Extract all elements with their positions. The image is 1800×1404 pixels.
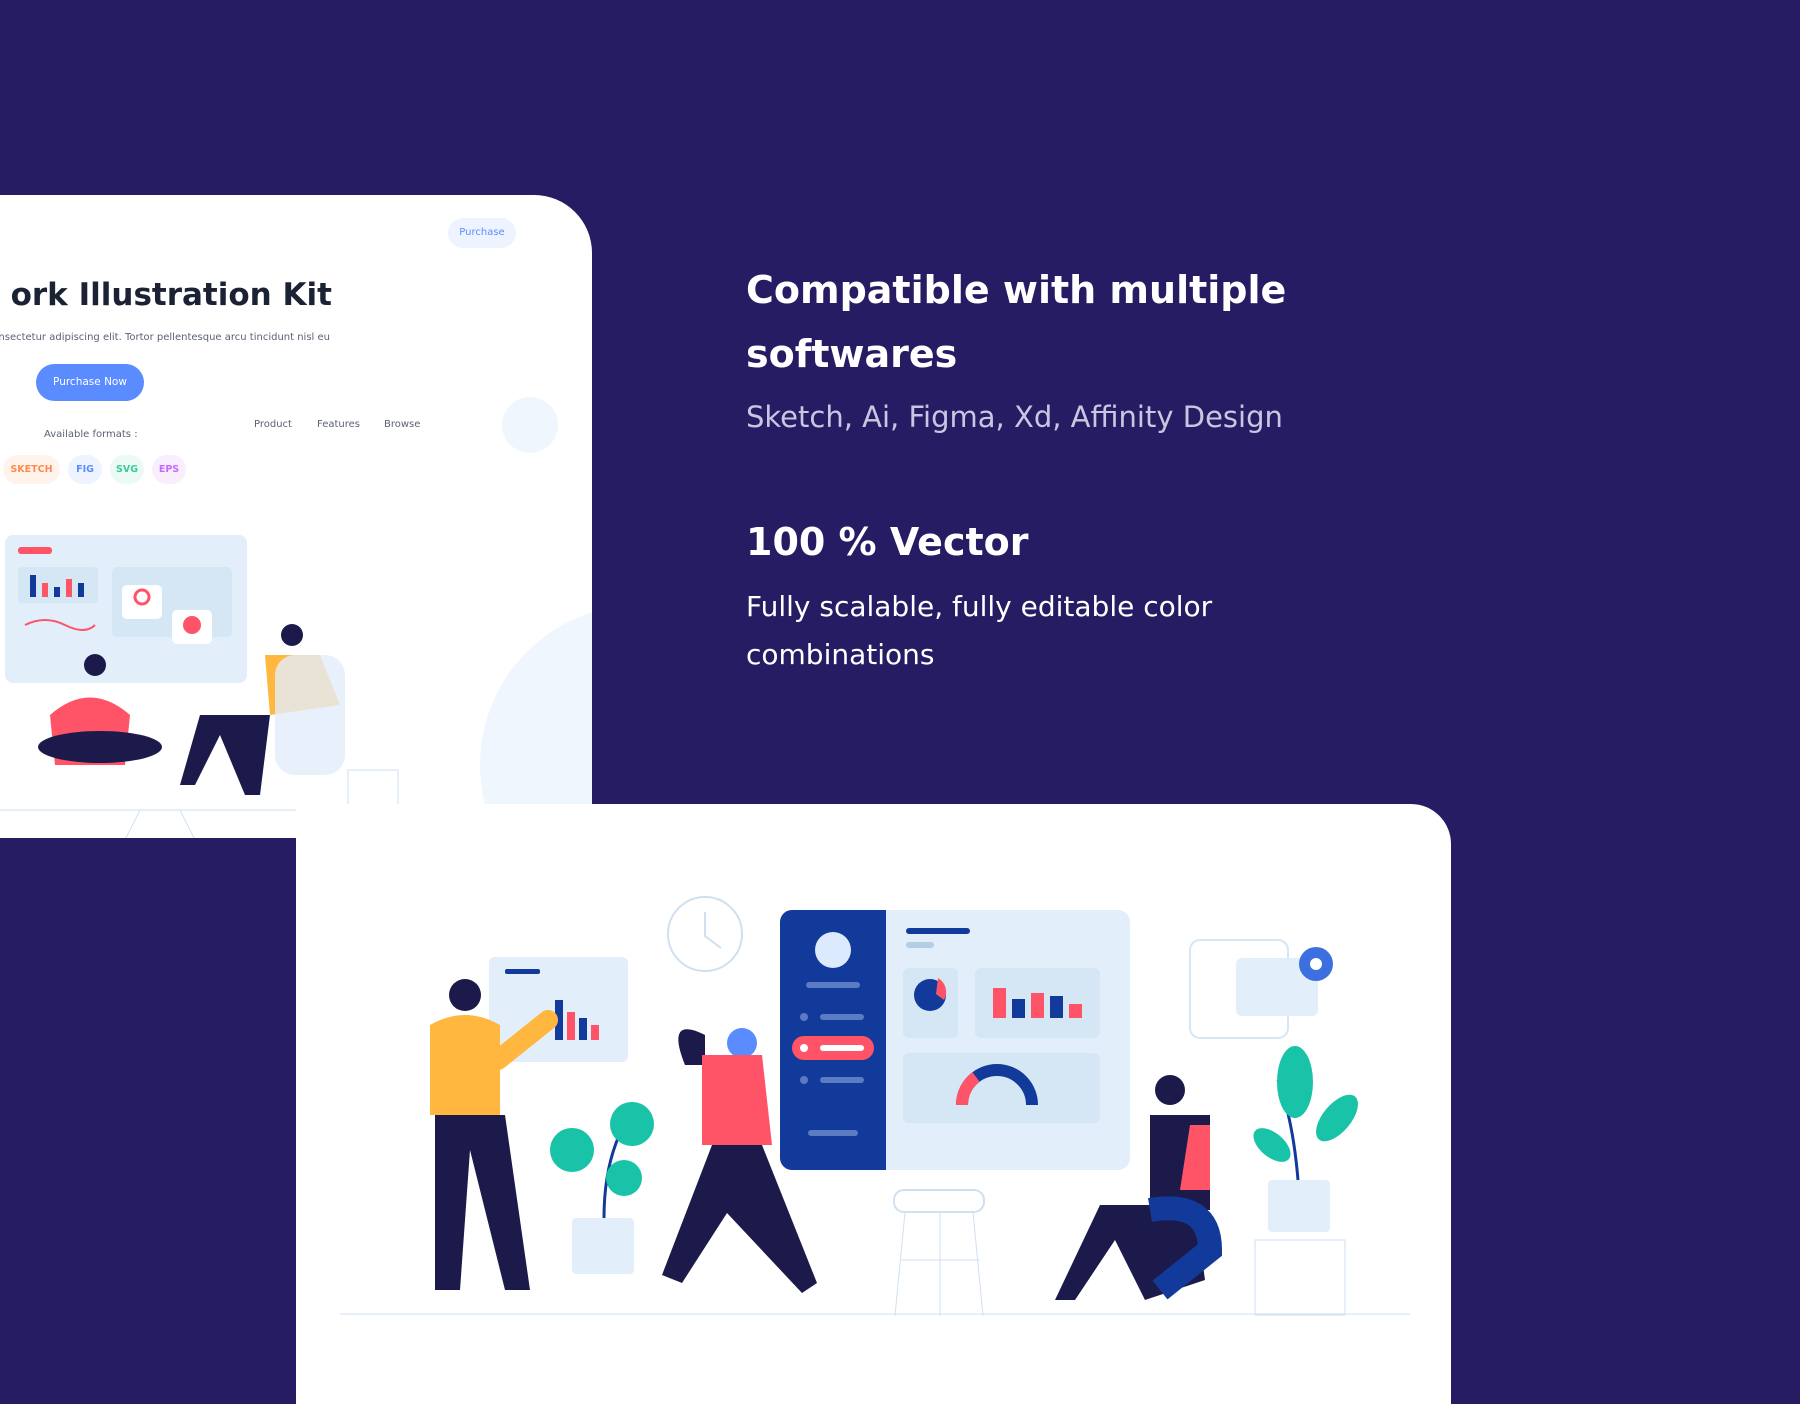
- person-left: [449, 979, 481, 1011]
- format-badge-eps: EPS: [152, 455, 186, 484]
- format-badge-svg: SVG: [110, 455, 144, 484]
- plant-pot: [1268, 1180, 1330, 1232]
- format-badge-fig: FIG: [68, 455, 102, 484]
- hero-subtitle: onsectetur adipiscing elit. Tortor pelle…: [0, 332, 330, 343]
- decor-circle: [502, 397, 558, 453]
- feature-desc-vector-line2: combinations: [746, 638, 935, 671]
- dashboard-scene-illustration: [340, 896, 1410, 1317]
- feature-desc-softwares: Sketch, Ai, Figma, Xd, Affinity Design: [746, 400, 1283, 434]
- preview-card-landing: Product Features Browse Purchase ork Ill…: [0, 195, 592, 838]
- purchase-now-button[interactable]: Purchase Now: [36, 364, 144, 401]
- preview-card-dashboard-scene: [296, 804, 1451, 1404]
- format-badge-sketch: SKETCH: [3, 455, 60, 484]
- stool: [893, 1189, 985, 1213]
- feature-title-compatible: Compatible with multiple: [746, 268, 1287, 312]
- person-right: [1155, 1075, 1185, 1105]
- feature-title-compatible-line2: softwares: [746, 332, 958, 376]
- person-middle: [727, 1028, 757, 1058]
- nav-product[interactable]: Product: [254, 419, 292, 430]
- feature-desc-vector: Fully scalable, fully editable color: [746, 590, 1213, 623]
- nav-browse[interactable]: Browse: [384, 419, 420, 430]
- hero-title: ork Illustration Kit: [10, 277, 332, 313]
- nav-features[interactable]: Features: [317, 419, 360, 430]
- feature-title-vector: 100 % Vector: [746, 520, 1029, 564]
- nav-purchase-button[interactable]: Purchase: [448, 218, 516, 248]
- formats-label: Available formats :: [44, 429, 138, 440]
